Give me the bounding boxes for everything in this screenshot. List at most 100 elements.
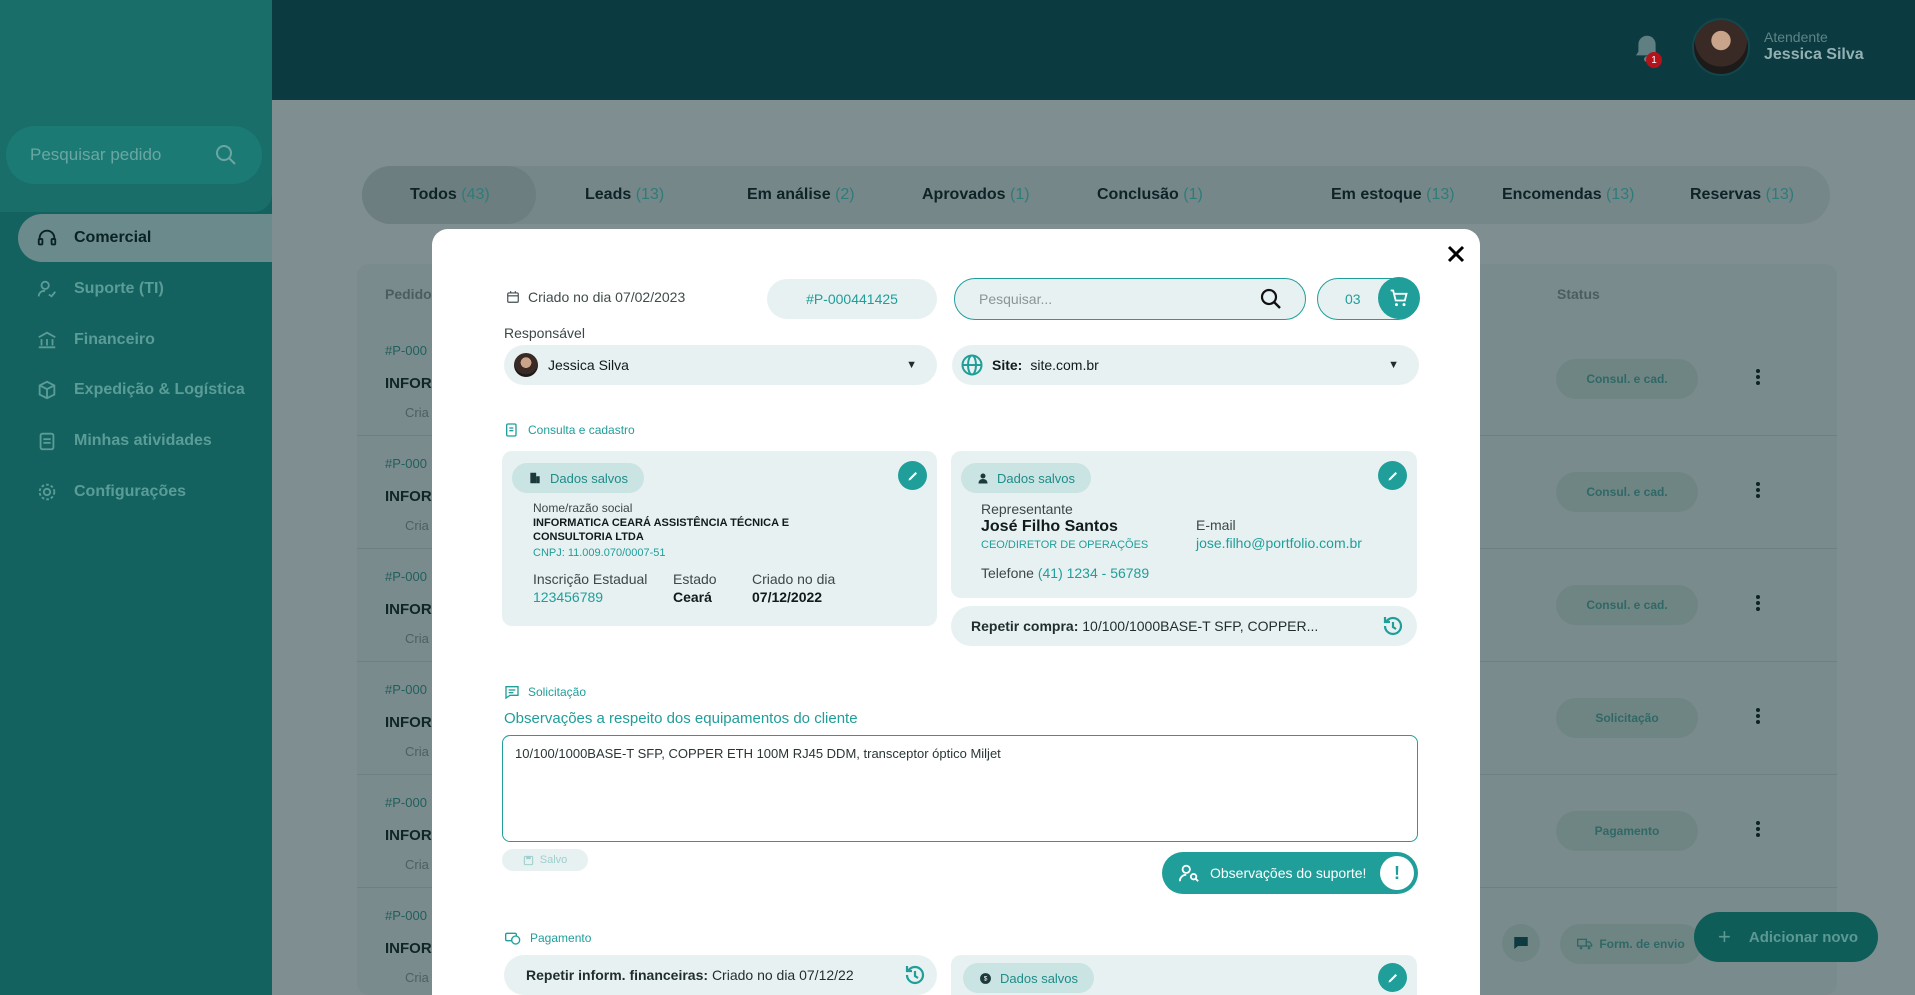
more-options-icon[interactable] (1752, 593, 1764, 617)
sidebar-item-configuracoes[interactable]: Configurações (18, 468, 272, 516)
pencil-icon (1388, 471, 1397, 480)
site-prefix: Site: (992, 357, 1023, 373)
status-badge[interactable]: Solicitação (1556, 698, 1698, 738)
more-options-icon[interactable] (1752, 706, 1764, 730)
sidebar-item-comercial[interactable]: Comercial (18, 214, 272, 262)
email-value[interactable]: jose.filho@portfolio.com.br (1196, 535, 1362, 551)
history-icon[interactable] (1381, 614, 1405, 638)
estado-label: Estado (673, 571, 717, 587)
row-created: Cria (405, 857, 429, 872)
responsible-select[interactable]: Jessica Silva ▼ (504, 345, 937, 385)
modal-search-input[interactable]: Pesquisar... (954, 278, 1306, 320)
saved-label: Salvo (539, 854, 568, 866)
clipboard-icon (39, 432, 55, 451)
ie-label: Inscrição Estadual (533, 571, 648, 587)
sidebar-item-label: Expedição & Logística (74, 381, 245, 398)
responsible-label: Responsável (504, 325, 585, 341)
support-observations-button[interactable]: Observações do suporte! ! (1162, 852, 1418, 894)
sidebar-item-label: Configurações (74, 483, 187, 500)
tab-reservas[interactable]: Reservas (13) (1690, 186, 1794, 204)
add-new-button[interactable]: + Adicionar novo (1694, 912, 1878, 962)
tab-leads[interactable]: Leads (13) (585, 186, 664, 204)
sidebar-item-label: Minhas atividades (74, 432, 212, 449)
cart-button[interactable]: 03 (1317, 277, 1420, 320)
status-badge[interactable]: Consul. e cad. (1556, 359, 1698, 399)
sidebar-item-suporte[interactable]: Suporte (TI) (18, 265, 272, 313)
coin-icon: $ (980, 972, 991, 984)
tab-encomendas[interactable]: Encomendas (13) (1502, 186, 1635, 204)
tab-em-estoque[interactable]: Em estoque (13) (1331, 186, 1455, 204)
status-badge[interactable]: Form. de envio (1560, 924, 1702, 964)
more-options-icon[interactable] (1752, 367, 1764, 391)
row-title: INFOR (385, 940, 432, 957)
company-name-label: Nome/razão social (533, 501, 633, 515)
chat-button[interactable] (1502, 924, 1540, 962)
row-order-id[interactable]: #P-000 (385, 569, 427, 584)
site-value: site.com.br (1030, 357, 1099, 373)
tab-count: (1) (1010, 186, 1030, 203)
criado-value: 07/12/2022 (752, 589, 823, 605)
tab-aprovados[interactable]: Aprovados (1) (922, 186, 1030, 204)
tab-count: (13) (1765, 186, 1795, 203)
row-order-id[interactable]: #P-000 (385, 908, 427, 923)
section-title-consulta: Consulta e cadastro (504, 422, 635, 438)
close-modal-button[interactable] (1442, 240, 1470, 268)
support-button-label: Observações do suporte! (1210, 865, 1367, 881)
bank-icon (38, 331, 56, 349)
row-order-id[interactable]: #P-000 (385, 456, 427, 471)
repeat-financial-bar[interactable]: Repetir inform. financeiras: Criado no d… (504, 955, 937, 995)
chip-label: Dados salvos (997, 470, 1076, 486)
repeat-purchase-value: 10/100/1000BASE-T SFP, COPPER... (1082, 618, 1319, 634)
criado-label: Criado no dia (752, 571, 836, 587)
sidebar-search[interactable]: Pesquisar pedido (6, 126, 262, 184)
sidebar-item-atividades[interactable]: Minhas atividades (18, 417, 272, 465)
chat-icon (1514, 937, 1528, 949)
status-label: Consul. e cad. (1586, 598, 1668, 612)
sidebar-item-expedicao[interactable]: Expedição & Logística (18, 366, 272, 414)
company-card: Dados salvos Nome/razão social INFORMATI… (502, 451, 937, 626)
row-order-id[interactable]: #P-000 (385, 343, 427, 358)
form-icon (506, 423, 517, 437)
section-title-text: Pagamento (530, 931, 592, 945)
repeat-purchase-bar[interactable]: Repetir compra: 10/100/1000BASE-T SFP, C… (951, 606, 1417, 646)
rep-role: CEO/DIRETOR DE OPERAÇÕES (981, 539, 1149, 551)
gear-icon (38, 483, 56, 501)
sidebar-item-label: Suporte (TI) (74, 280, 164, 297)
edit-payment-button[interactable] (1378, 963, 1407, 992)
row-created: Cria (405, 970, 429, 985)
saved-chip: Dados salvos (961, 463, 1092, 493)
headset-icon (37, 229, 57, 246)
edit-representative-button[interactable] (1378, 461, 1407, 490)
representative-card: Dados salvos Representante José Filho Sa… (951, 451, 1417, 598)
row-order-id[interactable]: #P-000 (385, 795, 427, 810)
chip-label: Dados salvos (550, 470, 629, 486)
more-options-icon[interactable] (1752, 819, 1764, 843)
money-icon (505, 932, 521, 945)
company-cnpj: CNPJ: 11.009.070/0007-51 (533, 547, 666, 559)
row-title: INFOR (385, 488, 432, 505)
comment-icon (505, 686, 519, 700)
tab-label: Leads (585, 186, 632, 203)
repeat-financial-value: Criado no dia 07/12/22 (711, 967, 854, 983)
tab-todos[interactable]: Todos (43) (410, 186, 490, 204)
tab-em-analise[interactable]: Em análise (2) (747, 186, 855, 204)
status-badge[interactable]: Consul. e cad. (1556, 585, 1698, 625)
created-date: Criado no dia 07/02/2023 (506, 289, 685, 305)
status-badge[interactable]: Consul. e cad. (1556, 472, 1698, 512)
row-order-id[interactable]: #P-000 (385, 682, 427, 697)
add-new-label: Adicionar novo (1748, 928, 1859, 946)
status-badge[interactable]: Pagamento (1556, 811, 1698, 851)
observations-textarea[interactable]: 10/100/1000BASE-T SFP, COPPER ETH 100M R… (502, 735, 1418, 842)
sidebar-item-financeiro[interactable]: Financeiro (18, 316, 272, 364)
history-icon[interactable] (903, 963, 927, 987)
row-title: INFOR (385, 827, 432, 844)
more-options-icon[interactable] (1752, 480, 1764, 504)
site-select[interactable]: Site: site.com.br ▼ (952, 345, 1419, 385)
alert-icon: ! (1380, 856, 1414, 890)
tab-conclusao[interactable]: Conclusão (1) (1097, 186, 1203, 204)
edit-company-button[interactable] (898, 461, 927, 490)
phone-label: Telefone (981, 565, 1034, 581)
user-avatar[interactable] (1692, 18, 1750, 76)
row-title: INFOR (385, 714, 432, 731)
saved-chip: Dados salvos (512, 463, 645, 493)
